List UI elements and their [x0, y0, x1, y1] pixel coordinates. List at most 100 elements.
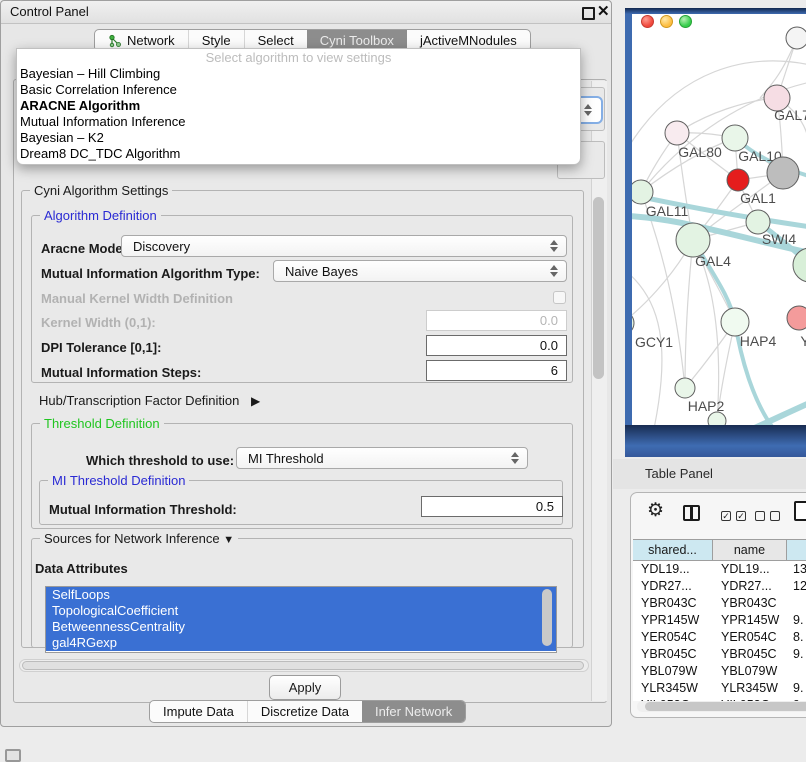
- table-cell[interactable]: 12: [787, 578, 806, 595]
- table-cell[interactable]: 9.: [787, 612, 806, 629]
- tab-label: Style: [202, 33, 231, 48]
- deselect-all-columns-icon[interactable]: [755, 511, 780, 521]
- float-window-icon[interactable]: [582, 7, 595, 20]
- table-cell[interactable]: YDL19...: [633, 561, 713, 578]
- algorithm-option[interactable]: Mutual Information Inference: [17, 114, 580, 130]
- data-attribute-item[interactable]: BetweennessCentrality: [46, 619, 556, 635]
- table-cell[interactable]: YBR043C: [633, 595, 713, 612]
- table-row[interactable]: YDL19...YDL19...13: [633, 561, 806, 578]
- column-layout-icon[interactable]: [683, 505, 700, 521]
- mi-threshold-input[interactable]: 0.5: [421, 496, 563, 517]
- column-header-name[interactable]: name: [713, 540, 787, 560]
- network-node-y[interactable]: [787, 306, 806, 330]
- table-body: YDL19...YDL19...13YDR27...YDR27...12YBR0…: [633, 561, 806, 701]
- column-header-clipped[interactable]: [787, 540, 806, 560]
- table-cell[interactable]: YLR345W: [633, 680, 713, 697]
- dock-panel-icon[interactable]: [5, 749, 21, 762]
- kernel-width-input: 0.0: [426, 310, 567, 331]
- table-cell[interactable]: YPR145W: [713, 612, 787, 629]
- network-node-gal80[interactable]: [665, 121, 689, 145]
- algorithm-option[interactable]: ARACNE Algorithm: [17, 98, 580, 114]
- table-cell[interactable]: YBR045C: [713, 646, 787, 663]
- algorithm-option[interactable]: Basic Correlation Inference: [17, 82, 580, 98]
- mi-threshold-label: Mutual Information Threshold:: [49, 499, 237, 520]
- collapsed-arrow-icon[interactable]: ▶: [251, 394, 260, 408]
- table-cell[interactable]: 8.: [787, 629, 806, 646]
- mi-steps-input[interactable]: 6: [426, 360, 567, 381]
- network-view-window[interactable]: GAL7GAL80GAL10GAL1GAL11SWI4GAL4GCY1HAP4Y…: [625, 8, 806, 457]
- data-attribute-item[interactable]: TopologicalCoefficient: [46, 603, 556, 619]
- expanded-arrow-icon[interactable]: ▼: [223, 534, 234, 546]
- mi-algorithm-type-select[interactable]: Naive Bayes: [273, 260, 567, 282]
- network-node[interactable]: [767, 157, 799, 189]
- table-row[interactable]: YLR345WYLR345W9.: [633, 680, 806, 697]
- unchecked-box-icon: [770, 511, 780, 521]
- close-icon[interactable]: ✕: [597, 2, 610, 22]
- apply-button[interactable]: Apply: [269, 675, 341, 700]
- scrollbar-thumb[interactable]: [645, 702, 806, 711]
- spinner-up-icon: [584, 104, 592, 109]
- data-attribute-item[interactable]: SelfLoops: [46, 587, 556, 603]
- node-label: GAL7: [774, 107, 806, 123]
- screen: Control Panel ✕ Network Style Select Cyn…: [0, 0, 806, 762]
- network-node-gal1[interactable]: [727, 169, 749, 191]
- network-node-hap2[interactable]: [675, 378, 695, 398]
- table-cell[interactable]: [787, 595, 806, 612]
- which-threshold-select[interactable]: MI Threshold: [236, 447, 528, 469]
- network-node[interactable]: [708, 412, 726, 426]
- network-node-gal11[interactable]: [632, 180, 653, 204]
- table-horizontal-scrollbar[interactable]: [637, 701, 806, 712]
- network-canvas[interactable]: GAL7GAL80GAL10GAL1GAL11SWI4GAL4GCY1HAP4Y…: [632, 14, 806, 426]
- hub-definition-toggle[interactable]: Hub/Transcription Factor Definition ▶: [39, 393, 260, 408]
- table-cell[interactable]: YPR145W: [633, 612, 713, 629]
- group-title: Threshold Definition: [40, 416, 164, 431]
- network-node-gal4[interactable]: [676, 223, 710, 257]
- table-cell[interactable]: 13: [787, 561, 806, 578]
- table-row[interactable]: YBR043CYBR043C: [633, 595, 806, 612]
- dpi-tolerance-input[interactable]: 0.0: [426, 335, 567, 356]
- settings-vertical-scrollbar-thumb[interactable]: [593, 197, 604, 379]
- table-cell[interactable]: YDR27...: [713, 578, 787, 595]
- export-table-icon[interactable]: [794, 501, 806, 521]
- combo-arrows-icon: [507, 452, 523, 464]
- attributes-list-scrollbar[interactable]: [541, 588, 553, 650]
- table-cell[interactable]: [787, 663, 806, 680]
- table-cell[interactable]: YDL19...: [713, 561, 787, 578]
- table-cell[interactable]: 9.: [787, 680, 806, 697]
- table-cell[interactable]: YLR345W: [713, 680, 787, 697]
- manual-kernel-width-checkbox: [553, 291, 566, 304]
- table-cell[interactable]: YBR045C: [633, 646, 713, 663]
- table-cell[interactable]: YBL079W: [713, 663, 787, 680]
- scrollbar-thumb[interactable]: [22, 661, 584, 670]
- settings-horizontal-scrollbar[interactable]: [19, 659, 589, 672]
- group-title: Cyni Algorithm Settings: [30, 183, 172, 198]
- select-all-columns-icon[interactable]: ✓ ✓: [721, 511, 746, 521]
- table-row[interactable]: YBR045CYBR045C9.: [633, 646, 806, 663]
- table-cell[interactable]: YBL079W: [633, 663, 713, 680]
- algorithm-option[interactable]: Dream8 DC_TDC Algorithm: [17, 146, 580, 162]
- table-row[interactable]: YER054CYER054C8.: [633, 629, 806, 646]
- table-row[interactable]: YDR27...YDR27...12: [633, 578, 806, 595]
- table-row[interactable]: YBL079WYBL079W: [633, 663, 806, 680]
- sources-title: Sources for Network Inference: [44, 531, 220, 546]
- algorithm-option[interactable]: Bayesian – K2: [17, 130, 580, 146]
- algorithm-option[interactable]: Bayesian – Hill Climbing: [17, 66, 580, 82]
- checked-box-icon: ✓: [736, 511, 746, 521]
- data-attribute-item[interactable]: gal4RGexp: [46, 635, 556, 651]
- gear-icon[interactable]: ⚙: [647, 500, 664, 522]
- table-row[interactable]: YPR145WYPR145W9.: [633, 612, 806, 629]
- tab-discretize-data[interactable]: Discretize Data: [247, 701, 362, 722]
- network-node[interactable]: [786, 27, 806, 49]
- column-header-shared-name[interactable]: shared...: [633, 540, 713, 560]
- tab-infer-network[interactable]: Infer Network: [362, 701, 465, 722]
- control-panel-titlebar[interactable]: Control Panel ✕: [1, 1, 611, 24]
- table-cell[interactable]: YBR043C: [713, 595, 787, 612]
- aracne-mode-select[interactable]: Discovery: [121, 235, 567, 257]
- network-node-hap4[interactable]: [721, 308, 749, 336]
- table-cell[interactable]: YDR27...: [633, 578, 713, 595]
- table-cell[interactable]: 9.: [787, 646, 806, 663]
- data-attributes-list[interactable]: SelfLoopsTopologicalCoefficientBetweenne…: [45, 586, 557, 653]
- tab-impute-data[interactable]: Impute Data: [150, 701, 247, 722]
- table-cell[interactable]: YER054C: [633, 629, 713, 646]
- table-cell[interactable]: YER054C: [713, 629, 787, 646]
